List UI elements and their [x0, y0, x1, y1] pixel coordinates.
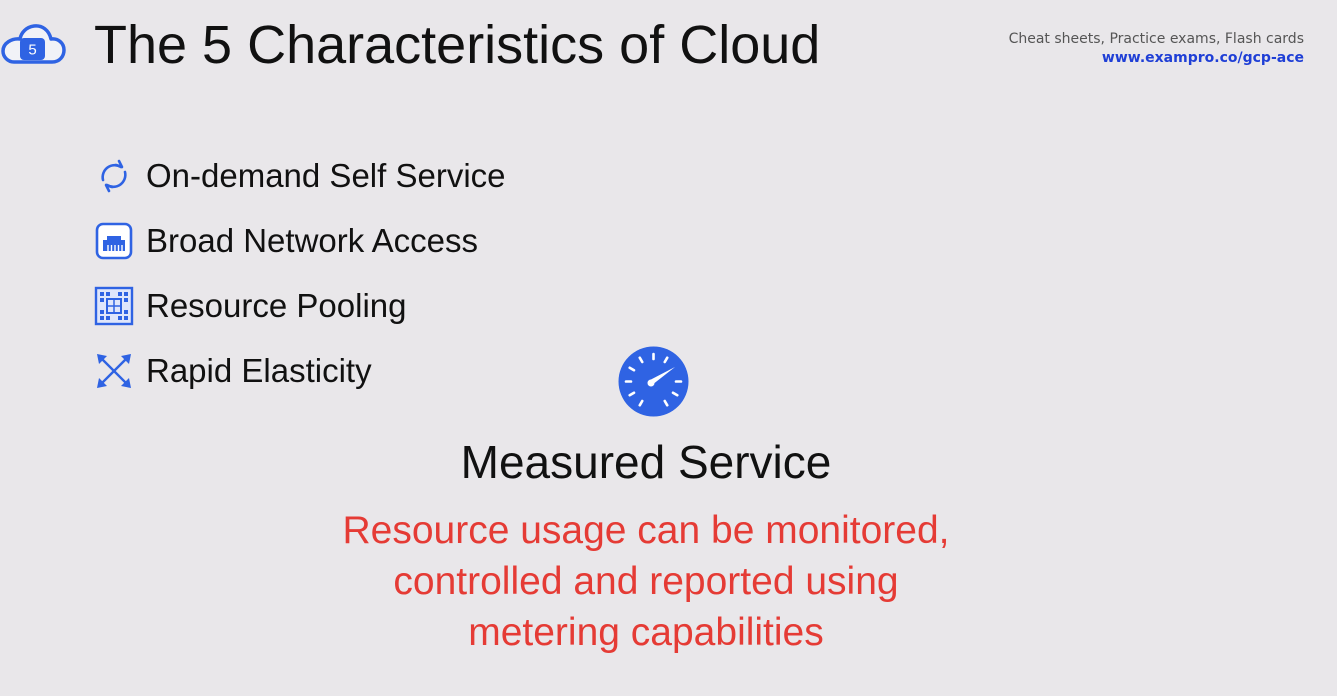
characteristic-label: Rapid Elasticity [146, 352, 372, 389]
cloud-logo-icon: 5 [0, 20, 66, 68]
page-title: The 5 Characteristics of Cloud [94, 15, 821, 75]
refresh-cycle-icon [94, 156, 134, 196]
promo-link[interactable]: www.exampro.co/gcp-ace [1009, 49, 1304, 68]
network-port-icon [94, 221, 134, 261]
characteristic-label: Broad Network Access [146, 222, 478, 259]
logo-badge-number: 5 [28, 42, 36, 59]
resource-grid-icon [94, 286, 134, 326]
description-line: controlled and reported using [393, 560, 899, 603]
characteristic-label: On-demand Self Service [146, 157, 506, 194]
measured-service-title: Measured Service [460, 436, 832, 488]
measured-service-description: Resource usage can be monitored, control… [290, 505, 1002, 658]
promo-text: Cheat sheets, Practice exams, Flash card… [1009, 30, 1304, 68]
characteristic-label: Resource Pooling [146, 287, 407, 324]
description-line: Resource usage can be monitored, [342, 509, 950, 552]
description-line: metering capabilities [468, 611, 824, 654]
promo-tagline: Cheat sheets, Practice exams, Flash card… [1008, 31, 1304, 47]
speedometer-icon [617, 345, 690, 418]
expand-arrows-icon [94, 351, 134, 391]
